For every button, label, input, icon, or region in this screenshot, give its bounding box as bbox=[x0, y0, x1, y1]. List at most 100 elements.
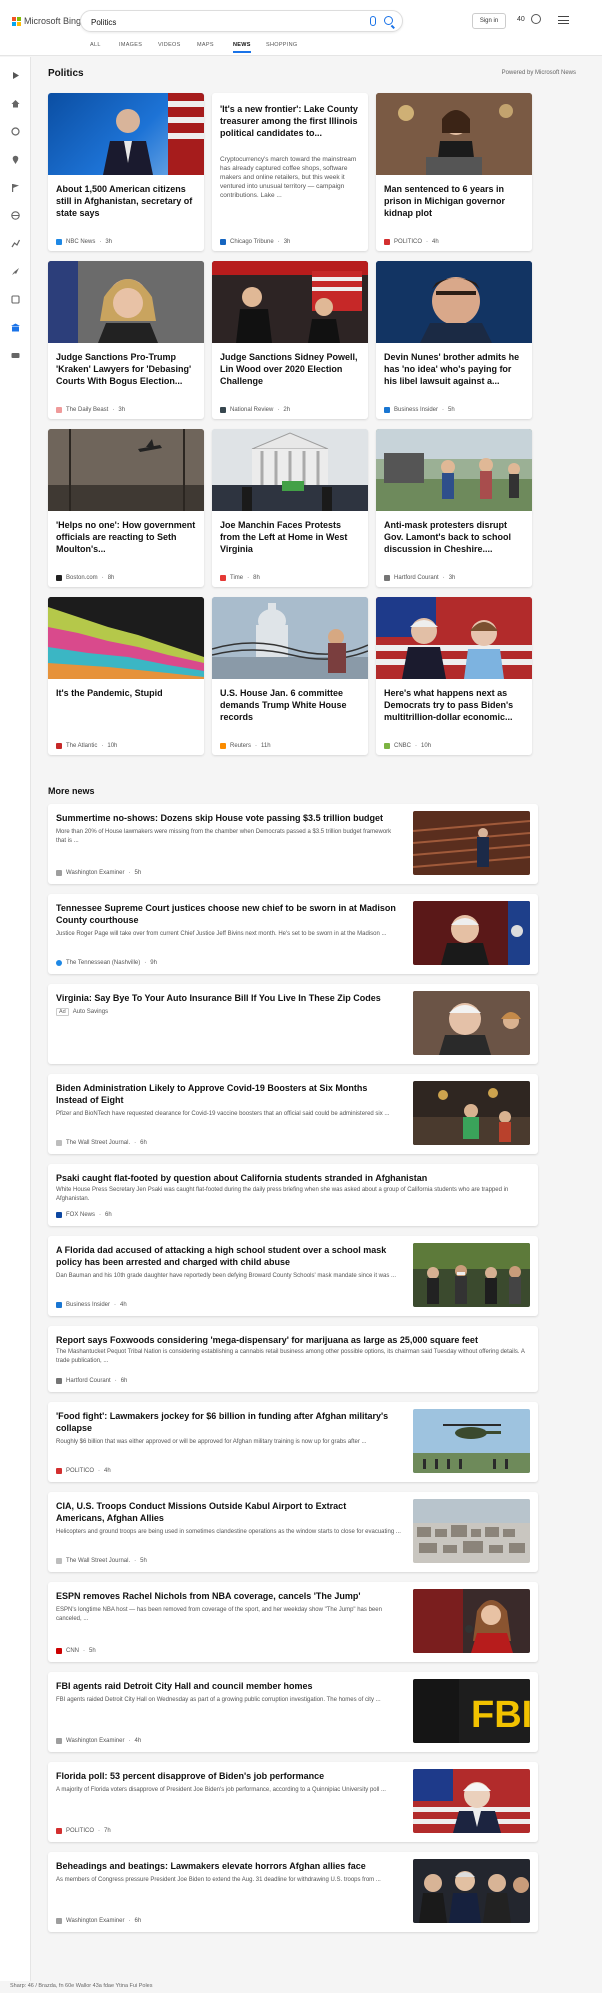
brand-name: Microsoft Bing bbox=[24, 16, 82, 26]
news-card[interactable]: Joe Manchin Faces Protests from the Left… bbox=[212, 429, 368, 587]
news-title[interactable]: Summertime no-shows: Dozens skip House v… bbox=[56, 812, 396, 824]
more-news-item[interactable]: Psaki caught flat-footed by question abo… bbox=[48, 1164, 538, 1226]
menu-icon[interactable] bbox=[558, 16, 569, 24]
tab-videos[interactable]: VIDEOS bbox=[158, 42, 181, 48]
bing-logo[interactable]: Microsoft Bing bbox=[12, 16, 81, 26]
sign-in-button[interactable]: Sign in bbox=[472, 13, 506, 29]
more-news-item[interactable]: A Florida dad accused of attacking a hig… bbox=[48, 1236, 538, 1316]
card-title[interactable]: Judge Sanctions Pro-Trump 'Kraken' Lawye… bbox=[56, 351, 198, 387]
news-title[interactable]: ESPN removes Rachel Nichols from NBA cov… bbox=[56, 1590, 396, 1602]
card-snippet: Cryptocurrency's march toward the mainst… bbox=[220, 156, 357, 199]
news-thumbnail bbox=[413, 901, 530, 965]
more-topics-icon[interactable] bbox=[11, 347, 20, 358]
card-title[interactable]: Anti-mask protesters disrupt Gov. Lamont… bbox=[384, 519, 526, 555]
card-title[interactable]: Here's what happens next as Democrats tr… bbox=[384, 687, 526, 723]
more-news-item[interactable]: Florida poll: 53 percent disapprove of B… bbox=[48, 1762, 538, 1842]
source-logo-icon bbox=[56, 1558, 62, 1564]
section-title: Politics bbox=[48, 68, 84, 79]
news-snippet: Pfizer and BioNTech have requested clear… bbox=[56, 1111, 390, 1117]
more-news-item[interactable]: 'Food fight': Lawmakers jockey for $6 bi… bbox=[48, 1402, 538, 1482]
rewards-points[interactable]: 40 bbox=[517, 16, 525, 23]
news-title[interactable]: 'Food fight': Lawmakers jockey for $6 bi… bbox=[56, 1410, 396, 1434]
rewards-trophy-icon[interactable] bbox=[531, 14, 541, 24]
home-icon[interactable] bbox=[11, 95, 20, 108]
news-sidebar bbox=[0, 57, 31, 1993]
more-news-item[interactable]: CIA, U.S. Troops Conduct Missions Outsid… bbox=[48, 1492, 538, 1572]
search-input[interactable] bbox=[91, 15, 341, 29]
card-source: NBC News · 3h bbox=[56, 239, 112, 245]
source-logo-icon bbox=[56, 870, 62, 876]
card-title[interactable]: Judge Sanctions Sidney Powell, Lin Wood … bbox=[220, 351, 362, 387]
news-card[interactable]: 'It's a new frontier': Lake County treas… bbox=[212, 93, 368, 251]
news-card[interactable]: About 1,500 American citizens still in A… bbox=[48, 93, 204, 251]
more-news-item[interactable]: Virginia: Say Bye To Your Auto Insurance… bbox=[48, 984, 538, 1064]
tab-images[interactable]: IMAGES bbox=[119, 42, 142, 48]
microphone-icon[interactable] bbox=[370, 16, 376, 26]
expand-arrow-icon[interactable] bbox=[11, 67, 20, 79]
more-news-item[interactable]: FBI agents raid Detroit City Hall and co… bbox=[48, 1672, 538, 1752]
card-title[interactable]: About 1,500 American citizens still in A… bbox=[56, 183, 198, 219]
more-news-item[interactable]: Biden Administration Likely to Approve C… bbox=[48, 1074, 538, 1154]
more-news-item[interactable]: Summertime no-shows: Dozens skip House v… bbox=[48, 804, 538, 884]
news-thumbnail bbox=[413, 811, 530, 875]
news-snippet: White House Press Secretary Jen Psaki wa… bbox=[56, 1187, 509, 1202]
card-source: POLITICO · 4h bbox=[384, 239, 439, 245]
news-snippet: ESPN's longtime NBA host — has been remo… bbox=[56, 1607, 382, 1622]
news-title[interactable]: Psaki caught flat-footed by question abo… bbox=[56, 1172, 526, 1184]
news-title[interactable]: Report says Foxwoods considering 'mega-d… bbox=[56, 1334, 526, 1346]
entertainment-icon[interactable] bbox=[11, 291, 20, 304]
card-title[interactable]: It's the Pandemic, Stupid bbox=[56, 687, 198, 699]
card-title[interactable]: Man sentenced to 6 years in prison in Mi… bbox=[384, 183, 526, 219]
news-title[interactable]: FBI agents raid Detroit City Hall and co… bbox=[56, 1680, 396, 1692]
news-title[interactable]: A Florida dad accused of attacking a hig… bbox=[56, 1244, 396, 1268]
politics-building-icon[interactable] bbox=[11, 319, 20, 332]
news-title[interactable]: Biden Administration Likely to Approve C… bbox=[56, 1082, 396, 1106]
news-title[interactable]: Florida poll: 53 percent disapprove of B… bbox=[56, 1770, 396, 1782]
source-logo-icon bbox=[56, 960, 62, 966]
more-news-item[interactable]: Tennessee Supreme Court justices choose … bbox=[48, 894, 538, 974]
card-title[interactable]: U.S. House Jan. 6 committee demands Trum… bbox=[220, 687, 362, 723]
tab-news[interactable]: NEWS bbox=[233, 42, 251, 53]
card-title[interactable]: Devin Nunes' brother admits he has 'no i… bbox=[384, 351, 526, 387]
news-source: Ad Auto Savings bbox=[56, 1008, 108, 1016]
more-news-title: More news bbox=[48, 786, 95, 796]
more-news-item[interactable]: Report says Foxwoods considering 'mega-d… bbox=[48, 1326, 538, 1392]
news-card[interactable]: U.S. House Jan. 6 committee demands Trum… bbox=[212, 597, 368, 755]
news-card[interactable]: It's the Pandemic, Stupid The Atlantic · 1… bbox=[48, 597, 204, 755]
news-source: CNN · 5h bbox=[56, 1648, 96, 1654]
news-source: POLITICO · 4h bbox=[56, 1468, 111, 1474]
news-card[interactable]: Judge Sanctions Sidney Powell, Lin Wood … bbox=[212, 261, 368, 419]
card-source: Reuters · 11h bbox=[220, 743, 271, 749]
business-chart-icon[interactable] bbox=[11, 235, 21, 248]
more-news-item[interactable]: ESPN removes Rachel Nichols from NBA cov… bbox=[48, 1582, 538, 1662]
card-title[interactable]: Joe Manchin Faces Protests from the Left… bbox=[220, 519, 362, 555]
card-title[interactable]: 'It's a new frontier': Lake County treas… bbox=[220, 103, 362, 139]
tab-all[interactable]: ALL bbox=[90, 42, 101, 48]
technology-rocket-icon[interactable] bbox=[11, 263, 20, 275]
news-card[interactable]: Man sentenced to 6 years in prison in Mi… bbox=[376, 93, 532, 251]
search-box[interactable] bbox=[80, 10, 403, 32]
news-snippet: Dan Bauman and his 10th grade daughter h… bbox=[56, 1273, 397, 1279]
discover-icon[interactable] bbox=[11, 123, 20, 136]
news-card[interactable]: Anti-mask protesters disrupt Gov. Lamont… bbox=[376, 429, 532, 587]
location-pin-icon[interactable] bbox=[11, 151, 20, 164]
news-title[interactable]: Tennessee Supreme Court justices choose … bbox=[56, 902, 396, 926]
card-title[interactable]: 'Helps no one': How government officials… bbox=[56, 519, 198, 555]
news-title[interactable]: CIA, U.S. Troops Conduct Missions Outsid… bbox=[56, 1500, 396, 1524]
news-title[interactable]: Virginia: Say Bye To Your Auto Insurance… bbox=[56, 992, 396, 1004]
tab-shopping[interactable]: SHOPPING bbox=[266, 42, 297, 48]
news-title[interactable]: Beheadings and beatings: Lawmakers eleva… bbox=[56, 1860, 396, 1872]
globe-icon[interactable] bbox=[11, 207, 20, 220]
browser-status-bar: Sharp: 46 / Brazda, fn 60e Wallor 43a fd… bbox=[0, 1981, 602, 1993]
news-snippet: FBI agents raided Detroit City Hall on W… bbox=[56, 1697, 381, 1703]
source-logo-icon bbox=[56, 1648, 62, 1654]
search-icon[interactable] bbox=[384, 16, 393, 25]
news-card[interactable]: Here's what happens next as Democrats tr… bbox=[376, 597, 532, 755]
news-card[interactable]: 'Helps no one': How government officials… bbox=[48, 429, 204, 587]
source-logo-icon bbox=[56, 1828, 62, 1834]
news-card[interactable]: Devin Nunes' brother admits he has 'no i… bbox=[376, 261, 532, 419]
tab-maps[interactable]: MAPS bbox=[197, 42, 214, 48]
flag-icon[interactable] bbox=[11, 179, 20, 192]
news-card[interactable]: Judge Sanctions Pro-Trump 'Kraken' Lawye… bbox=[48, 261, 204, 419]
more-news-item[interactable]: Beheadings and beatings: Lawmakers eleva… bbox=[48, 1852, 538, 1932]
